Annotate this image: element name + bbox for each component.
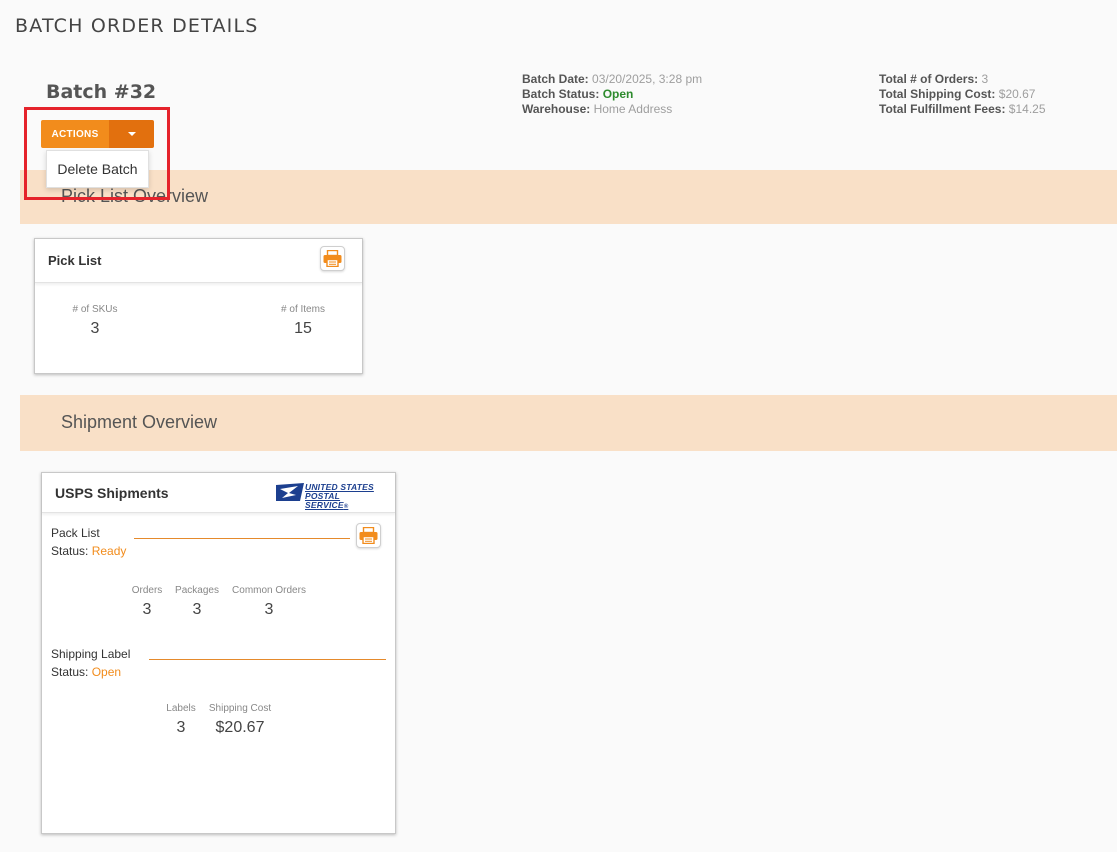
pack-common-orders-label: Common Orders	[232, 585, 306, 596]
warehouse-value: Home Address	[593, 102, 673, 116]
pack-orders-label: Orders	[131, 585, 163, 596]
shipping-label-status-row: Status: Open	[51, 663, 130, 681]
batch-title: Batch #32	[46, 81, 157, 103]
total-shipping-row: Total Shipping Cost: $20.67	[879, 87, 1046, 102]
pick-list-card: Pick List # of SKUs 3 # of Items 15	[34, 238, 363, 374]
usps-card-header: USPS Shipments UNITED STATES POSTAL SERV…	[42, 473, 395, 513]
actions-button[interactable]: ACTIONS	[41, 120, 109, 148]
shipping-label-status-value: Open	[91, 665, 122, 679]
batch-meta-info: Batch Date: 03/20/2025, 3:28 pm Batch St…	[522, 72, 702, 117]
total-fees-label: Total Fulfillment Fees:	[879, 102, 1006, 116]
shipping-label-status: Shipping Label Status: Open	[51, 645, 130, 681]
shipping-cost-stat: Shipping Cost $20.67	[205, 703, 275, 737]
batch-status-value: Open	[602, 87, 634, 101]
pack-packages-stat: Packages 3	[172, 585, 222, 619]
actions-dropdown-menu: Delete Batch	[46, 150, 149, 188]
usps-logo-line2-text: POSTAL SERVICE	[305, 491, 344, 510]
labels-label: Labels	[166, 703, 196, 714]
pack-common-orders-value: 3	[264, 601, 274, 618]
items-label: # of Items	[281, 304, 325, 315]
printer-icon	[359, 527, 378, 544]
usps-logo: UNITED STATES POSTAL SERVICE®	[276, 481, 384, 510]
total-fees-value: $14.25	[1008, 102, 1046, 116]
total-shipping-value: $20.67	[998, 87, 1036, 101]
shipping-label-divider	[149, 659, 386, 660]
batch-date-value: 03/20/2025, 3:28 pm	[592, 72, 703, 86]
pack-orders-stat: Orders 3	[127, 585, 167, 619]
shipping-label-label: Shipping Label	[51, 647, 131, 661]
shipping-cost-label: Shipping Cost	[208, 703, 272, 714]
printer-icon	[323, 250, 342, 267]
actions-dropdown-toggle[interactable]	[109, 120, 154, 148]
labels-stat: Labels 3	[161, 703, 201, 737]
shipment-overview-band: Shipment Overview	[20, 395, 1117, 451]
pack-list-status-label: Status:	[51, 544, 89, 558]
shipping-cost-value: $20.67	[215, 719, 265, 736]
pack-list-divider	[134, 538, 350, 539]
print-pick-list-button[interactable]	[320, 246, 345, 271]
items-stat: # of Items 15	[263, 304, 343, 338]
shipment-overview-title: Shipment Overview	[61, 412, 218, 432]
pick-list-card-header: Pick List	[35, 239, 362, 283]
pack-packages-label: Packages	[175, 585, 219, 596]
total-orders-label: Total # of Orders:	[879, 72, 979, 86]
shipping-label-status-label: Status:	[51, 665, 89, 679]
print-pack-list-button[interactable]	[356, 523, 381, 548]
pack-list-status: Pack List Status: Ready	[51, 524, 126, 560]
pack-packages-value: 3	[192, 601, 202, 618]
items-value: 15	[294, 320, 312, 337]
usps-card-title: USPS Shipments	[55, 485, 169, 501]
skus-stat: # of SKUs 3	[55, 304, 135, 338]
skus-value: 3	[90, 320, 100, 337]
page-title: BATCH ORDER DETAILS	[15, 15, 259, 37]
pack-common-orders-stat: Common Orders 3	[230, 585, 308, 619]
usps-eagle-icon	[276, 483, 304, 501]
pack-list-status-row: Status: Ready	[51, 542, 126, 560]
batch-totals: Total # of Orders: 3 Total Shipping Cost…	[879, 72, 1046, 117]
labels-value: 3	[176, 719, 186, 736]
delete-batch-menu-item[interactable]: Delete Batch	[57, 161, 137, 177]
usps-logo-mark: ®	[343, 504, 349, 510]
pack-list-label: Pack List	[51, 526, 100, 540]
usps-logo-line2: POSTAL SERVICE®	[305, 492, 384, 512]
warehouse-label: Warehouse:	[522, 102, 591, 116]
batch-date-row: Batch Date: 03/20/2025, 3:28 pm	[522, 72, 702, 87]
pick-list-card-title: Pick List	[48, 253, 102, 268]
total-orders-value: 3	[981, 72, 989, 86]
pick-list-overview-band: Pick List Overview	[20, 170, 1117, 224]
total-orders-row: Total # of Orders: 3	[879, 72, 1046, 87]
actions-button-group[interactable]: ACTIONS	[41, 120, 154, 148]
warehouse-row: Warehouse: Home Address	[522, 102, 702, 117]
usps-logo-text: UNITED STATES POSTAL SERVICE®	[305, 483, 384, 512]
total-fees-row: Total Fulfillment Fees: $14.25	[879, 102, 1046, 117]
total-shipping-label: Total Shipping Cost:	[879, 87, 996, 101]
pack-list-status-value: Ready	[91, 544, 127, 558]
skus-label: # of SKUs	[72, 304, 118, 315]
usps-shipments-card: USPS Shipments UNITED STATES POSTAL SERV…	[41, 472, 396, 834]
pack-orders-value: 3	[142, 601, 152, 618]
batch-status-label: Batch Status:	[522, 87, 600, 101]
batch-date-label: Batch Date:	[522, 72, 589, 86]
pick-list-overview-title: Pick List Overview	[61, 186, 209, 206]
caret-down-icon	[127, 132, 136, 136]
batch-status-row: Batch Status: Open	[522, 87, 702, 102]
